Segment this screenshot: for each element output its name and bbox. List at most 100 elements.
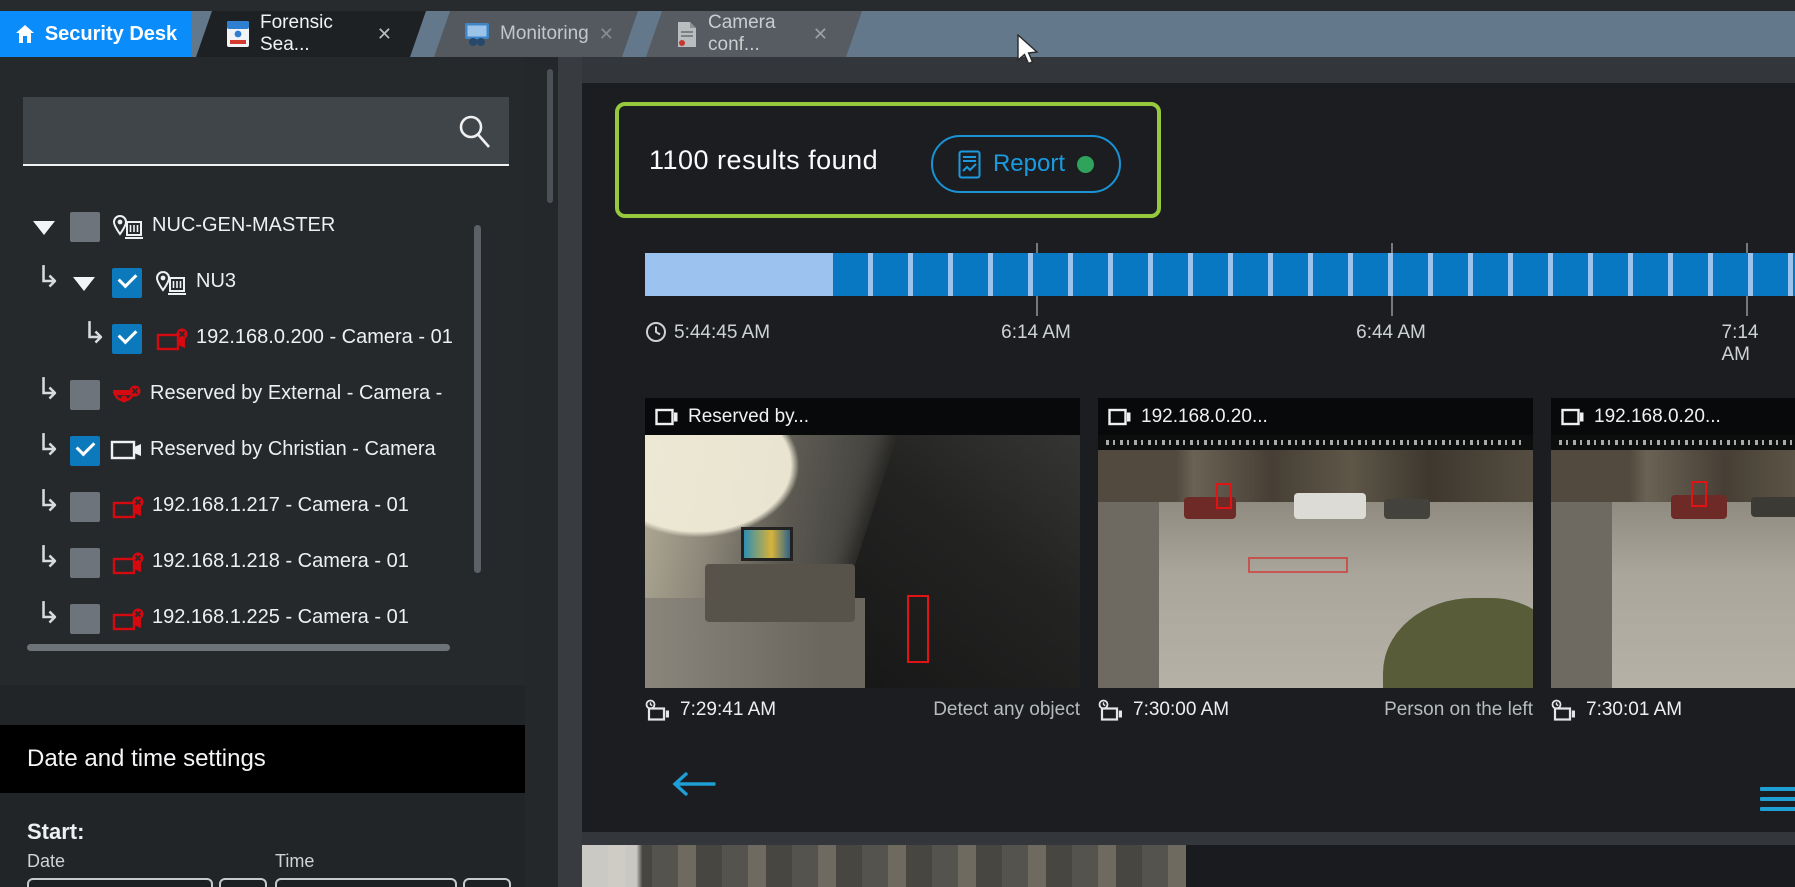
tree-label: 192.168.0.200 - Camera - 01 bbox=[196, 326, 453, 349]
search-input[interactable] bbox=[23, 119, 455, 142]
detection-box bbox=[1216, 483, 1232, 509]
close-icon[interactable]: ✕ bbox=[599, 24, 614, 45]
scene-car bbox=[1294, 493, 1366, 519]
tree-label: 192.168.1.217 - Camera - 01 bbox=[152, 494, 409, 517]
app-window: Security Desk Forensic Sea... ✕ Monitori… bbox=[0, 0, 1795, 887]
timeline-tick bbox=[1391, 243, 1393, 253]
thumbnail-camera-name: Reserved by... bbox=[688, 406, 809, 428]
tab-label: Forensic Sea... bbox=[260, 12, 367, 56]
thumbnail-image[interactable] bbox=[1098, 435, 1533, 688]
camera-offline-icon bbox=[112, 606, 148, 634]
timeline-tick bbox=[1746, 243, 1748, 253]
date-label: Date bbox=[27, 851, 65, 872]
tree-branch-icon: ↳ bbox=[36, 375, 61, 405]
panel-divider bbox=[558, 57, 582, 887]
main-vertical-scrollbar[interactable] bbox=[547, 69, 553, 203]
expander-icon[interactable] bbox=[33, 221, 55, 235]
tree-branch-icon: ↳ bbox=[36, 599, 61, 629]
menu-icon[interactable] bbox=[1760, 787, 1795, 817]
start-time-field[interactable] bbox=[275, 878, 457, 887]
timeline-tick-label: 6:44 AM bbox=[1356, 322, 1426, 344]
tree-vertical-scrollbar[interactable] bbox=[474, 225, 481, 573]
panel-gutter bbox=[525, 57, 558, 887]
camera-time-icon bbox=[1551, 699, 1578, 721]
tab-label: Monitoring bbox=[500, 23, 589, 45]
monitoring-icon bbox=[464, 22, 490, 46]
tree-row-reserved-external[interactable]: ↳ Reserved by External - Camera - bbox=[0, 367, 470, 423]
start-time-stepper[interactable] bbox=[463, 878, 511, 887]
camera-icon bbox=[1108, 408, 1132, 426]
result-detection-label: Detect any object bbox=[933, 699, 1080, 721]
tree-branch-icon: ↳ bbox=[36, 263, 61, 293]
checkbox[interactable] bbox=[112, 324, 142, 354]
home-icon bbox=[15, 24, 35, 44]
camera-time-icon bbox=[645, 699, 672, 721]
results-timeline[interactable] bbox=[645, 253, 1795, 296]
tree-branch-icon: ↳ bbox=[82, 319, 107, 349]
tab-label: Security Desk bbox=[45, 23, 177, 46]
checkbox[interactable] bbox=[70, 492, 100, 522]
thumbnail-header: 192.168.0.20... bbox=[1098, 398, 1533, 435]
scene-shape bbox=[1551, 502, 1612, 688]
tab-camera-configuration[interactable]: Camera conf... ✕ bbox=[646, 11, 862, 57]
thumbnail-header: Reserved by... bbox=[645, 398, 1080, 435]
checkbox[interactable] bbox=[70, 212, 100, 242]
tab-forensic-search[interactable]: Forensic Sea... ✕ bbox=[196, 11, 426, 57]
camera-offline-icon bbox=[112, 550, 148, 578]
tree-row-nu3[interactable]: ↳ NU3 bbox=[0, 255, 470, 311]
tab-monitoring[interactable]: Monitoring ✕ bbox=[434, 11, 638, 57]
checkbox[interactable] bbox=[70, 604, 100, 634]
detection-box bbox=[1248, 557, 1348, 573]
panorama-thumbnail-placeholder[interactable] bbox=[582, 845, 1186, 887]
close-icon[interactable]: ✕ bbox=[377, 24, 392, 45]
thumbnail-camera-name: 192.168.0.20... bbox=[1594, 406, 1721, 428]
tree-horizontal-scrollbar[interactable] bbox=[27, 644, 450, 651]
tree-label: Reserved by Christian - Camera bbox=[150, 438, 436, 461]
results-highlight-box: 1100 results found Report bbox=[615, 102, 1161, 218]
thumbnail-image[interactable] bbox=[1551, 435, 1795, 688]
start-date-picker-button[interactable] bbox=[219, 878, 267, 887]
camera-time-icon bbox=[1098, 699, 1125, 721]
camera-offline-icon bbox=[156, 326, 192, 354]
result-thumbnail-1[interactable]: Reserved by... bbox=[645, 398, 1080, 688]
checkbox[interactable] bbox=[70, 380, 100, 410]
start-date-field[interactable] bbox=[27, 878, 213, 887]
time-label: Time bbox=[275, 851, 314, 872]
tree-label: 192.168.1.218 - Camera - 01 bbox=[152, 550, 409, 573]
tab-bar: Security Desk Forensic Sea... ✕ Monitori… bbox=[0, 0, 1795, 57]
timeline-time-labels: 5:44:45 AM 6:14 AM 6:44 AM 7:14 AM bbox=[582, 320, 1795, 346]
search-box bbox=[23, 97, 509, 166]
datetime-section-header: Date and time settings bbox=[0, 725, 525, 793]
close-icon[interactable]: ✕ bbox=[813, 24, 828, 45]
result-thumbnail-2[interactable]: 192.168.0.20... bbox=[1098, 398, 1533, 688]
checkbox[interactable] bbox=[112, 268, 142, 298]
result-footer-1: 7:29:41 AM Detect any object bbox=[645, 696, 1080, 724]
result-thumbnail-3[interactable]: 192.168.0.20... bbox=[1551, 398, 1795, 688]
tree-row-camera-225[interactable]: ↳ 192.168.1.225 - Camera - 01 bbox=[0, 591, 470, 647]
results-panel: 1100 results found Report 5:44:45 AM bbox=[582, 83, 1795, 832]
scene-shape bbox=[705, 564, 855, 622]
detection-box bbox=[1691, 481, 1707, 507]
section-title: Date and time settings bbox=[27, 745, 266, 773]
previous-page-arrow[interactable] bbox=[670, 771, 716, 797]
tree-row-camera-218[interactable]: ↳ 192.168.1.218 - Camera - 01 bbox=[0, 535, 470, 591]
tree-row-camera-217[interactable]: ↳ 192.168.1.217 - Camera - 01 bbox=[0, 479, 470, 535]
timeline-tick-label: 7:14 AM bbox=[1722, 322, 1771, 366]
report-button[interactable]: Report bbox=[931, 135, 1121, 193]
checkbox[interactable] bbox=[70, 548, 100, 578]
tree-row-nuc-gen-master[interactable]: NUC-GEN-MASTER bbox=[0, 199, 470, 255]
camera-offline-icon bbox=[112, 494, 148, 522]
status-dot bbox=[1077, 156, 1094, 173]
timeline-start-time: 5:44:45 AM bbox=[674, 322, 770, 344]
thumbnail-camera-name: 192.168.0.20... bbox=[1141, 406, 1268, 428]
expander-icon[interactable] bbox=[73, 277, 95, 291]
camera-icon bbox=[655, 408, 679, 426]
tree-row-reserved-christian[interactable]: ↳ Reserved by Christian - Camera bbox=[0, 423, 470, 479]
result-footer-3: 7:30:01 AM bbox=[1551, 696, 1795, 724]
checkbox[interactable] bbox=[70, 436, 100, 466]
search-icon[interactable] bbox=[455, 112, 493, 150]
result-time: 7:29:41 AM bbox=[680, 699, 776, 721]
tree-row-camera-200[interactable]: ↳ 192.168.0.200 - Camera - 01 bbox=[0, 311, 470, 367]
tab-security-desk[interactable]: Security Desk bbox=[0, 11, 192, 57]
thumbnail-image[interactable] bbox=[645, 435, 1080, 688]
